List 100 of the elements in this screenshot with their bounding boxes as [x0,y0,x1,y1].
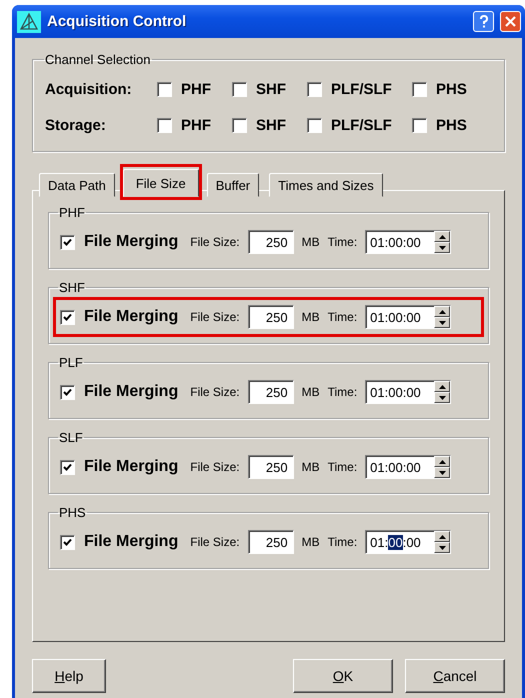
tab[interactable]: Times and Sizes [269,173,383,197]
checkbox-label: File Merging [84,533,178,551]
dialog-button[interactable]: Cancel [405,659,505,693]
checkbox[interactable] [307,118,322,132]
checkbox-label: PHF [181,116,211,134]
spin-up-icon[interactable] [434,456,450,467]
spin-down-icon[interactable] [434,392,450,403]
row-label: Acquisition: [45,80,133,98]
time-segment[interactable]: :00 [402,384,421,400]
unit-label: MB [302,235,320,249]
spin-down-icon[interactable] [434,242,450,253]
close-icon[interactable] [500,11,521,32]
spin-down-icon[interactable] [434,467,450,478]
time-segment[interactable]: 01: [370,234,388,250]
dialog-button[interactable]: OK [293,659,393,693]
tab[interactable]: Buffer [206,173,260,197]
time-segment[interactable]: 01: [370,534,388,550]
field-label: Time: [328,460,358,474]
time-field[interactable]: 01:00:00 [365,230,452,254]
group-label: PLF [58,355,84,370]
field-label: Time: [328,535,358,549]
field-label: Time: [328,235,358,249]
spin-up-icon[interactable] [434,306,450,317]
checkbox[interactable] [232,118,247,132]
unit-label: MB [302,385,320,399]
checkbox[interactable] [412,118,427,132]
time-segment[interactable]: 00 [388,534,403,550]
group-label: PHF [58,205,86,220]
spin-up-icon[interactable] [434,531,450,542]
file-size-field[interactable]: 250 [248,455,294,479]
window-title: Acquisition Control [47,13,188,30]
help-icon[interactable] [473,11,494,32]
row-label: Storage: [45,116,107,134]
check-icon [63,462,72,472]
checkbox[interactable] [412,82,427,96]
unit-label: MB [302,310,320,324]
spin-down-icon[interactable] [434,542,450,553]
checkbox[interactable] [60,234,75,250]
field-label: Time: [328,310,358,324]
checkbox-label: File Merging [84,383,178,401]
file-size-field[interactable]: 250 [248,230,294,254]
time-segment[interactable]: :00 [402,534,421,550]
app-icon [17,10,41,32]
check-icon [63,238,72,246]
checkbox-label: File Merging [84,308,178,326]
checkbox[interactable] [60,460,75,474]
spin-down-icon[interactable] [434,317,450,328]
unit-label: MB [302,460,320,474]
time-segment[interactable]: :00 [402,460,421,474]
checkbox-label: SHF [256,80,286,98]
unit-label: MB [302,535,320,549]
checkbox-label: File Merging [84,458,178,476]
group-label: PHS [58,505,87,520]
time-segment[interactable]: 00 [388,234,403,250]
time-field[interactable]: 01:00:00 [365,305,452,329]
field-label: File Size: [190,310,240,324]
checkbox[interactable] [157,82,172,96]
time-field[interactable]: 01:00:00 [365,530,452,554]
field-label: File Size: [190,535,240,549]
time-segment[interactable]: 01: [370,460,388,474]
file-size-field[interactable]: 250 [248,530,294,554]
time-segment[interactable]: 01: [370,384,388,400]
file-size-field[interactable]: 250 [248,380,294,404]
checkbox[interactable] [60,384,75,400]
checkbox[interactable] [60,310,75,324]
checkbox[interactable] [307,82,322,96]
checkbox[interactable] [232,82,247,96]
checkbox-label: PHS [436,80,467,98]
dialog-button[interactable]: Help [32,659,106,693]
check-icon [63,538,72,546]
checkbox-label: PLF/SLF [331,116,392,134]
checkbox-label: File Merging [84,233,178,251]
field-label: Time: [328,385,358,399]
spin-up-icon[interactable] [434,381,450,392]
tab[interactable]: File Size [122,169,199,197]
tab[interactable]: Data Path [39,173,115,197]
group-label: SHF [58,280,86,295]
field-label: File Size: [190,460,240,474]
checkbox-label: PHF [181,80,211,98]
time-field[interactable]: 01:00:00 [365,455,452,479]
time-segment[interactable]: :00 [402,234,421,250]
time-field[interactable]: 01:00:00 [365,380,452,404]
check-icon [63,388,72,396]
time-segment[interactable]: 00 [388,310,403,324]
time-segment[interactable]: 01: [370,310,388,324]
time-segment[interactable]: :00 [402,310,421,324]
check-icon [63,312,72,322]
checkbox[interactable] [157,118,172,132]
checkbox-label: PLF/SLF [331,80,392,98]
file-size-field[interactable]: 250 [248,305,294,329]
group-label: SLF [58,430,84,445]
time-segment[interactable]: 00 [388,384,403,400]
field-label: File Size: [190,235,240,249]
time-segment[interactable]: 00 [388,460,403,474]
spin-up-icon[interactable] [434,231,450,242]
group-label: Channel Selection [44,52,152,67]
checkbox-label: SHF [256,116,286,134]
field-label: File Size: [190,385,240,399]
checkbox-label: PHS [436,116,467,134]
checkbox[interactable] [60,534,75,550]
